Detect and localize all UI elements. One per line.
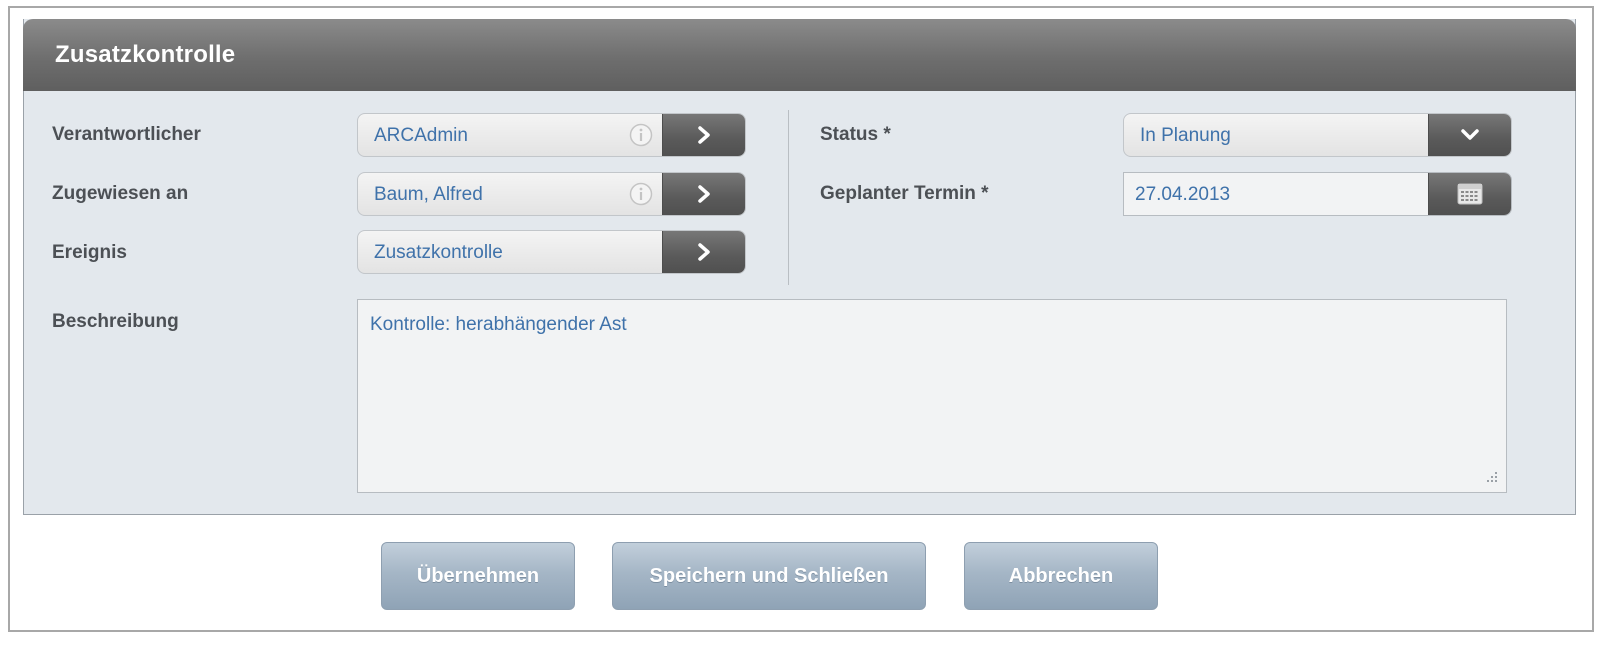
chevron-right-icon: [698, 126, 710, 144]
info-icon[interactable]: [629, 123, 653, 147]
calendar-icon: [1457, 183, 1483, 205]
status-value: In Planung: [1140, 125, 1231, 146]
chevron-down-icon: [1461, 129, 1479, 140]
ereignis-field[interactable]: Zusatzkontrolle: [357, 230, 746, 274]
info-icon[interactable]: [629, 182, 653, 206]
zugewiesen-an-value: Baum, Alfred: [374, 184, 483, 205]
geplanter-termin-value: 27.04.2013: [1135, 184, 1231, 205]
zugewiesen-an-select-button[interactable]: [662, 173, 745, 215]
beschreibung-textarea[interactable]: Kontrolle: herabhängender Ast: [357, 299, 1507, 493]
zugewiesen-an-field[interactable]: Baum, Alfred: [357, 172, 746, 216]
beschreibung-value: Kontrolle: herabhängender Ast: [370, 314, 627, 335]
dialog-title: Zusatzkontrolle: [55, 41, 236, 68]
verantwortlicher-field[interactable]: ARCAdmin: [357, 113, 746, 157]
status-label: Status *: [820, 124, 891, 145]
dialog-header: Zusatzkontrolle: [23, 19, 1576, 91]
dialog-frame: Zusatzkontrolle Verantwortlicher ARCAdmi…: [8, 6, 1594, 632]
beschreibung-label: Beschreibung: [52, 311, 179, 332]
status-dropdown[interactable]: In Planung: [1123, 113, 1512, 157]
calendar-button[interactable]: [1428, 173, 1511, 215]
verantwortlicher-label: Verantwortlicher: [52, 124, 201, 145]
geplanter-termin-field[interactable]: 27.04.2013: [1123, 172, 1512, 216]
chevron-right-icon: [698, 185, 710, 203]
chevron-right-icon: [698, 243, 710, 261]
verantwortlicher-select-button[interactable]: [662, 114, 745, 156]
ereignis-value: Zusatzkontrolle: [374, 242, 503, 263]
save-and-close-button[interactable]: Speichern und Schließen: [612, 542, 926, 610]
resize-grip-icon[interactable]: [1484, 470, 1498, 484]
apply-button[interactable]: Übernehmen: [381, 542, 575, 610]
column-divider: [788, 110, 789, 285]
ereignis-label: Ereignis: [52, 242, 127, 263]
zugewiesen-an-label: Zugewiesen an: [52, 183, 189, 204]
ereignis-select-button[interactable]: [662, 231, 745, 273]
geplanter-termin-label: Geplanter Termin *: [820, 183, 989, 204]
status-dropdown-button[interactable]: [1428, 114, 1511, 156]
verantwortlicher-value: ARCAdmin: [374, 125, 468, 146]
cancel-button[interactable]: Abbrechen: [964, 542, 1158, 610]
